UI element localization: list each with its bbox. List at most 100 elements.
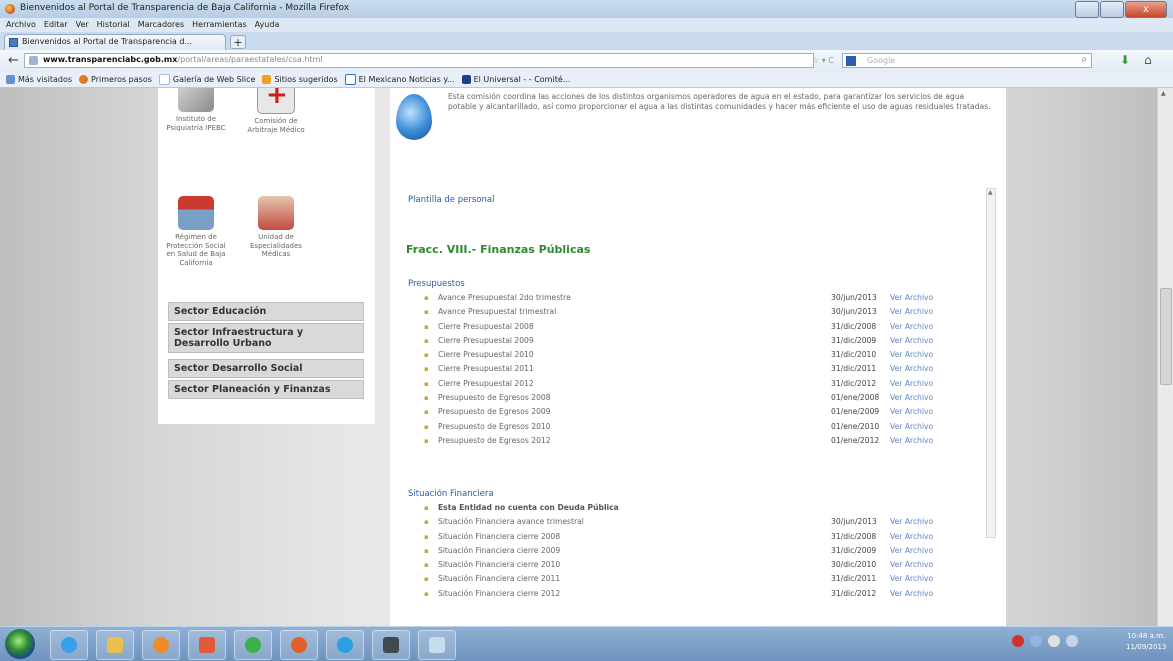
reload-star-icons[interactable]: ☆ ▾ C (812, 56, 834, 65)
site-identity-icon[interactable] (29, 56, 38, 65)
ver-archivo-link[interactable]: Ver Archivo (890, 350, 933, 359)
bookmark-primeros-pasos[interactable]: Primeros pasos (79, 75, 152, 84)
download-icon[interactable]: ⬇ (1120, 53, 1130, 67)
menu-ayuda[interactable]: Ayuda (255, 18, 280, 32)
institution-camebc[interactable]: Comisión de Arbitraje Médico (246, 88, 306, 134)
taskbar-calculator[interactable] (372, 630, 410, 660)
deuda-note: Esta Entidad no cuenta con Deuda Pública (438, 503, 619, 512)
bookmark-label: El Universal - - Comité... (473, 75, 571, 84)
google-icon[interactable] (846, 56, 856, 66)
item-date: 01/ene/2008 (831, 393, 880, 403)
menu-archivo[interactable]: Archivo (6, 18, 36, 32)
item-date: 31/dic/2010 (831, 350, 877, 360)
start-button[interactable] (5, 629, 35, 659)
bookmark-label: Galería de Web Slice (172, 75, 256, 84)
bullet-icon: ▪ (424, 422, 429, 431)
inner-scrollbar[interactable]: ▲ (986, 188, 996, 538)
taskbar-explorer[interactable] (96, 630, 134, 660)
network-icon[interactable] (1030, 635, 1042, 647)
maximize-button[interactable] (1100, 1, 1124, 18)
back-arrow-icon[interactable]: ← (8, 53, 19, 68)
sector-desarrollo-social[interactable]: Sector Desarrollo Social (168, 359, 364, 378)
minimize-button[interactable] (1075, 1, 1099, 18)
bullet-icon: ▪ (424, 546, 429, 555)
ver-archivo-link[interactable]: Ver Archivo (890, 379, 933, 388)
bookmark-icon (6, 75, 15, 84)
bookmark-mas-visitados[interactable]: Más visitados (6, 75, 72, 84)
list-item: ▪ Situación Financiera cierre 2010 30/dic/… (424, 559, 964, 573)
ver-archivo-link[interactable]: Ver Archivo (890, 364, 933, 373)
bullet-icon: ▪ (424, 379, 429, 388)
page-viewport: Instituto de Psiquiatría IPEBC Comisión … (0, 88, 1173, 626)
url-bar[interactable]: www.transparenciabc.gob.mx/portal/areas/… (24, 53, 814, 68)
institution-uneme[interactable]: Unidad de Especialidades Médicas (246, 196, 306, 259)
institution-caption: Unidad de Especialidades Médicas (250, 233, 302, 258)
list-item: ▪ Situación Financiera cierre 2008 31/dic/… (424, 531, 964, 545)
ver-archivo-link[interactable]: Ver Archivo (890, 293, 933, 302)
taskbar-chrome[interactable] (234, 630, 272, 660)
menu-herramientas[interactable]: Herramientas (192, 18, 247, 32)
presupuestos-title[interactable]: Presupuestos (408, 279, 465, 289)
security-icon[interactable] (1048, 635, 1060, 647)
sector-educacion[interactable]: Sector Educación (168, 302, 364, 321)
list-item: ▪ Presupuesto de Egresos 2009 01/ene/2009 V… (424, 406, 964, 420)
bookmark-el-mexicano[interactable]: El Mexicano Noticias y... (344, 74, 455, 85)
search-bar[interactable]: Google ⌕ (842, 53, 1092, 68)
firefox-icon (291, 637, 307, 653)
taskbar-firefox[interactable] (280, 630, 318, 660)
chrome-icon (245, 637, 261, 653)
taskbar-skype[interactable] (326, 630, 364, 660)
ver-archivo-link[interactable]: Ver Archivo (890, 407, 933, 416)
page-scrollbar[interactable]: ▲ (1157, 88, 1173, 626)
list-item: ▪ Situación Financiera avance trimestral 3… (424, 516, 964, 530)
skype-icon (337, 637, 353, 653)
new-tab-button[interactable]: + (230, 35, 246, 49)
home-icon[interactable]: ⌂ (1144, 53, 1152, 67)
tab-portal[interactable]: Bienvenidos al Portal de Transparencia d… (4, 34, 226, 50)
bookmark-sitios-sugeridos[interactable]: Sitios sugeridos (262, 75, 338, 84)
ver-archivo-link[interactable]: Ver Archivo (890, 546, 933, 555)
taskbar-notepad[interactable] (418, 630, 456, 660)
menu-editar[interactable]: Editar (44, 18, 68, 32)
scroll-up-icon[interactable]: ▲ (988, 189, 993, 196)
medical-cross-icon (257, 88, 295, 114)
ver-archivo-link[interactable]: Ver Archivo (890, 560, 933, 569)
scroll-up-icon[interactable]: ▲ (1161, 90, 1166, 97)
close-button[interactable]: x (1125, 1, 1167, 18)
sector-planeacion-finanzas[interactable]: Sector Planeación y Finanzas (168, 380, 364, 399)
scrollbar-thumb[interactable] (1160, 288, 1172, 385)
taskbar-ie[interactable] (50, 630, 88, 660)
tab-bar: Bienvenidos al Portal de Transparencia d… (0, 32, 1173, 51)
ver-archivo-link[interactable]: Ver Archivo (890, 393, 933, 402)
ver-archivo-link[interactable]: Ver Archivo (890, 574, 933, 583)
ver-archivo-link[interactable]: Ver Archivo (890, 307, 933, 316)
item-name: Presupuesto de Egresos 2009 (438, 407, 551, 417)
bookmark-el-universal[interactable]: El Universal - - Comité... (461, 75, 571, 84)
list-item: ▪ Cierre Presupuestal 2012 31/dic/2012 Ver … (424, 378, 964, 392)
item-date: 31/dic/2008 (831, 321, 877, 331)
ver-archivo-link[interactable]: Ver Archivo (890, 336, 933, 345)
ver-archivo-link[interactable]: Ver Archivo (890, 322, 933, 331)
situacion-title[interactable]: Situación Financiera (408, 489, 494, 499)
search-icon[interactable]: ⌕ (1081, 54, 1087, 65)
taskbar-paint[interactable] (188, 630, 226, 660)
sector-infraestructura[interactable]: Sector Infraestructura y Desarrollo Urba… (168, 323, 364, 353)
plantilla-link[interactable]: Plantilla de personal (408, 195, 494, 205)
ver-archivo-link[interactable]: Ver Archivo (890, 589, 933, 598)
menu-marcadores[interactable]: Marcadores (138, 18, 184, 32)
taskbar-media-player[interactable] (142, 630, 180, 660)
institution-regimen[interactable]: Régimen de Protección Social en Salud de… (166, 196, 226, 267)
ver-archivo-link[interactable]: Ver Archivo (890, 532, 933, 541)
ver-archivo-link[interactable]: Ver Archivo (890, 517, 933, 526)
system-clock[interactable]: 10:48 a.m. 11/09/2013 (1126, 631, 1166, 653)
ver-archivo-link[interactable]: Ver Archivo (890, 436, 933, 445)
institution-ipebc[interactable]: Instituto de Psiquiatría IPEBC (166, 88, 226, 132)
bookmark-galeria[interactable]: Galería de Web Slice (158, 74, 256, 85)
menu-ver[interactable]: Ver (76, 18, 89, 32)
item-name: Situación Financiera cierre 2012 (438, 588, 561, 598)
volume-icon[interactable] (1066, 635, 1078, 647)
antivirus-icon[interactable] (1012, 635, 1024, 647)
ver-archivo-link[interactable]: Ver Archivo (890, 422, 933, 431)
menu-historial[interactable]: Historial (97, 18, 130, 32)
firefox-logo-icon (5, 4, 15, 14)
